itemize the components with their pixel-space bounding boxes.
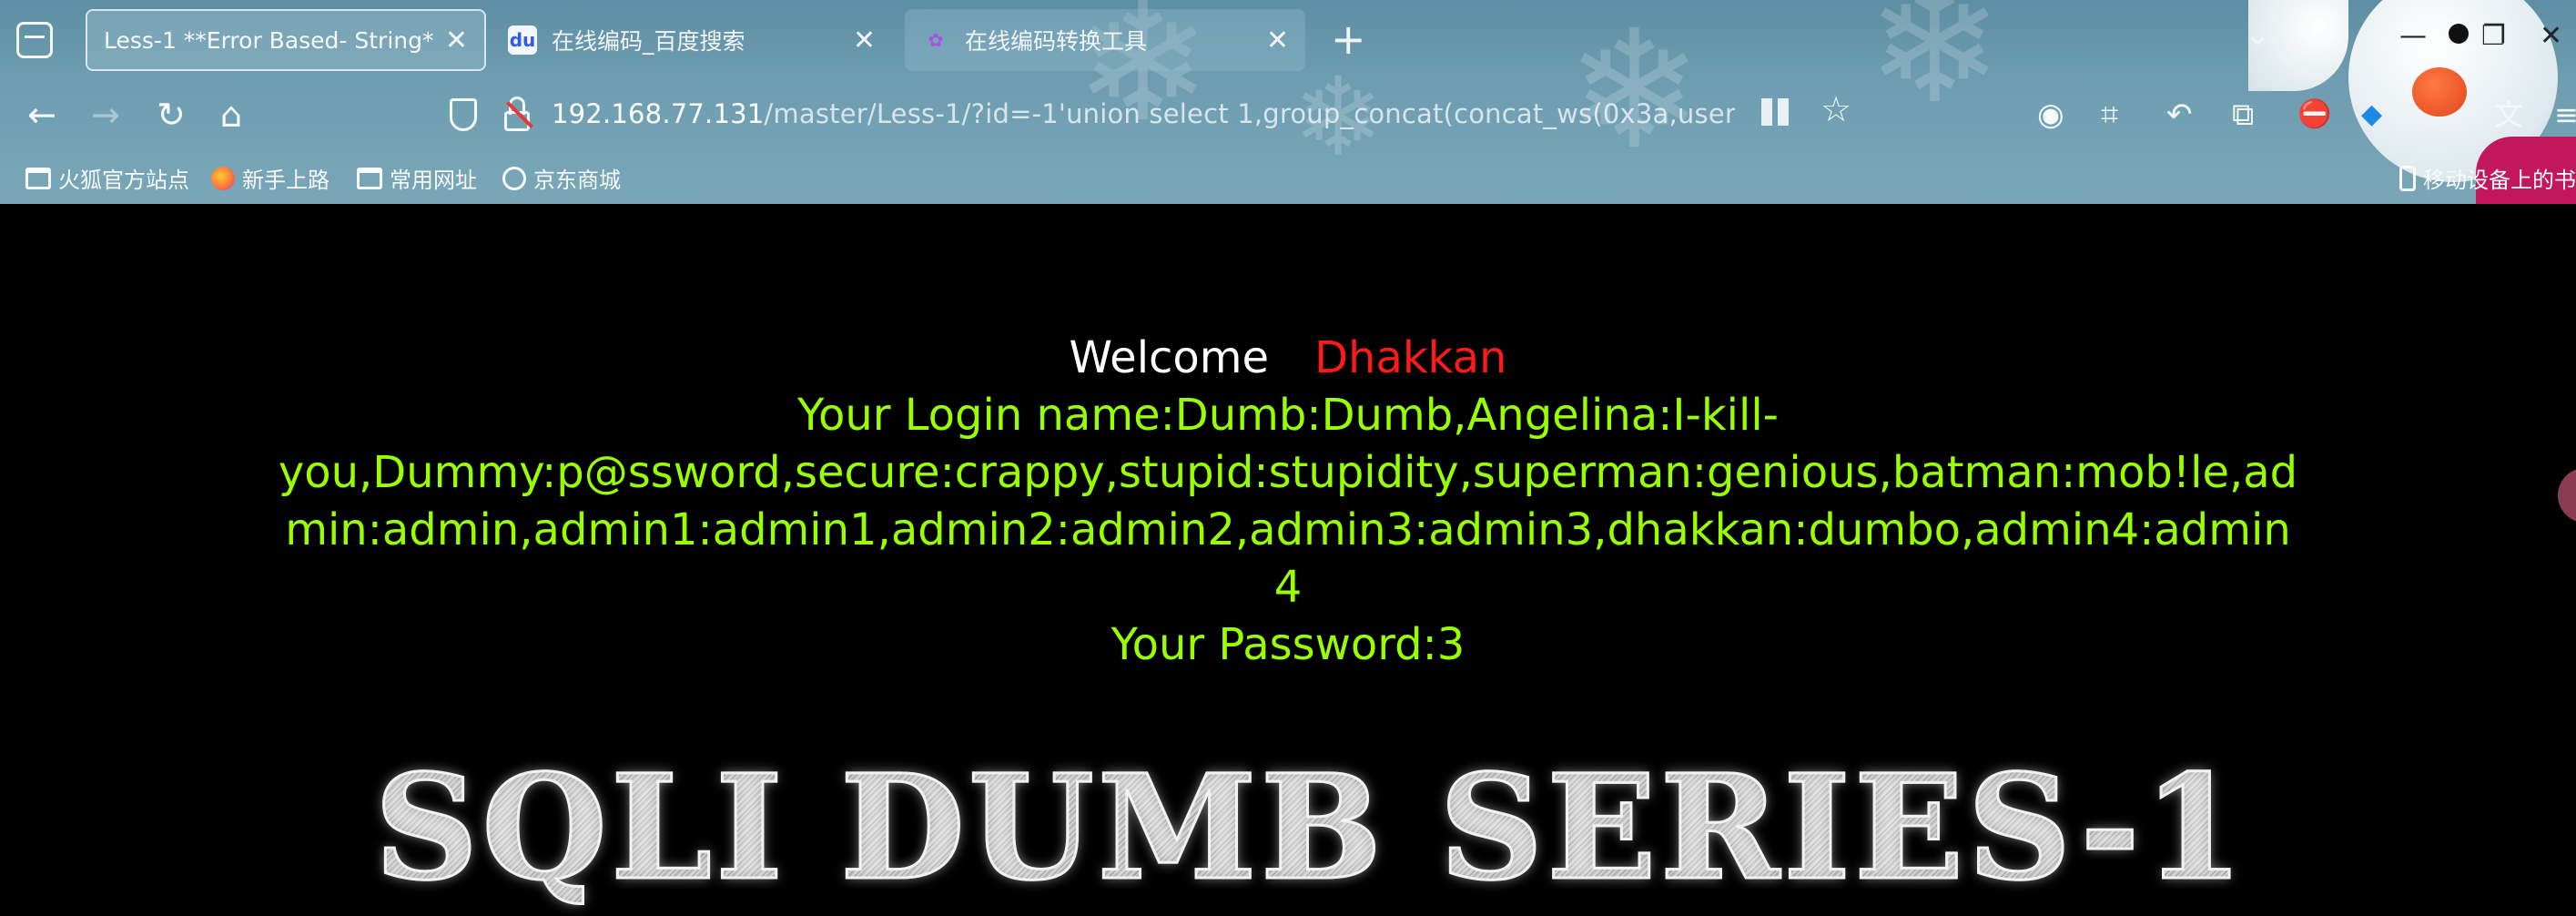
bookmark-jd-mall[interactable]: 京东商城: [502, 162, 621, 194]
tracking-shield-icon[interactable]: [450, 98, 477, 131]
reload-icon[interactable]: ↻: [157, 95, 186, 135]
browser-chrome: ❄ ❄ ❄ ❄ Less-1 **Error Based- String** ✕…: [0, 0, 2576, 204]
grape-icon: ✿: [928, 29, 944, 51]
list-all-tabs-chevron-icon[interactable]: ⌄: [2245, 16, 2271, 53]
bookmark-getting-started[interactable]: 新手上路: [211, 162, 330, 194]
undo-icon[interactable]: ↶: [2166, 95, 2193, 135]
restore-icon[interactable]: ❐: [2481, 20, 2506, 52]
login-name-result: Your Login name:Dumb:Dumb,Angelina:I-kil…: [278, 390, 2298, 613]
account-icon[interactable]: ◉: [2037, 95, 2064, 135]
tab-title: 在线编码_百度搜索: [552, 28, 745, 55]
bookmark-label: 京东商城: [533, 168, 621, 193]
welcome-username: Dhakkan: [1314, 332, 1507, 383]
page-viewport: Welcome Dhakkan Your Login name:Dumb:Dumb…: [0, 204, 2576, 916]
sqli-banner-image: SQLI DUMB SERIES-1: [373, 741, 2246, 914]
bookmark-star-icon[interactable]: ☆: [1820, 89, 1851, 129]
welcome-line: Welcome Dhakkan: [0, 330, 2576, 387]
tab-encoding-tool[interactable]: ✿ 在线编码转换工具 ✕: [905, 9, 1305, 71]
tab-less-1[interactable]: Less-1 **Error Based- String** ✕: [86, 9, 486, 71]
close-window-icon[interactable]: ✕: [2540, 20, 2562, 52]
new-tab-icon[interactable]: +: [1331, 16, 1366, 62]
baidu-icon: du: [508, 25, 537, 55]
tab-title: Less-1 **Error Based- String**: [104, 26, 434, 54]
result-panel: Welcome Dhakkan Your Login name:Dumb:Dumb…: [0, 330, 2576, 674]
bookmark-label: 火狐官方站点: [58, 168, 189, 193]
crop-icon[interactable]: ⌗: [2101, 95, 2118, 135]
tab-strip: Less-1 **Error Based- String** ✕ du 在线编码…: [0, 0, 2576, 80]
bookmark-common-sites[interactable]: 常用网址: [357, 162, 477, 194]
tab-title: 在线编码转换工具: [965, 28, 1148, 55]
back-arrow-icon[interactable]: ←: [27, 95, 56, 135]
qr-code-icon[interactable]: [1761, 98, 1789, 126]
extensions-icon[interactable]: ⧉: [2232, 95, 2254, 135]
firefox-icon: [211, 166, 235, 190]
close-tab-icon[interactable]: ✕: [1266, 25, 1289, 56]
home-icon[interactable]: ⌂: [220, 95, 242, 135]
tab-list-icon[interactable]: [16, 22, 53, 58]
address-bar[interactable]: 192.168.77.131/master/Less-1/?id=-1'unio…: [428, 87, 1857, 146]
menu-icon[interactable]: ≡: [2554, 95, 2576, 135]
url-host: 192.168.77.131: [552, 98, 765, 129]
translate-extension-icon[interactable]: ◆: [2361, 95, 2382, 135]
password-result: Your Password:3: [1111, 619, 1465, 670]
globe-icon: [502, 166, 526, 190]
insecure-lock-icon[interactable]: [504, 97, 533, 133]
adblock-extension-icon[interactable]: ⛔: [2297, 95, 2331, 135]
welcome-text: Welcome: [1069, 332, 1270, 383]
bookmark-firefox-official[interactable]: 火狐官方站点: [25, 162, 189, 194]
minimize-icon[interactable]: —: [2399, 20, 2427, 52]
bookmark-mobile[interactable]: 移动设备上的书: [2399, 162, 2576, 194]
mobile-device-icon: [2399, 165, 2416, 191]
close-tab-icon[interactable]: ✕: [853, 25, 876, 56]
forward-arrow-icon[interactable]: →: [91, 95, 120, 135]
url-text[interactable]: 192.168.77.131/master/Less-1/?id=-1'unio…: [552, 98, 1735, 129]
translate-icon[interactable]: 文: [2494, 95, 2523, 135]
banner-text: SQLI DUMB SERIES-1: [373, 742, 2247, 913]
url-path: /master/Less-1/?id=-1'union select 1,gro…: [764, 98, 1735, 129]
bookmarks-toolbar: 火狐官方站点 新手上路 常用网址 京东商城 移动设备上的书: [0, 153, 2576, 204]
bookmark-label: 移动设备上的书: [2423, 168, 2576, 193]
bookmark-label: 常用网址: [390, 168, 477, 193]
folder-icon: [357, 167, 382, 189]
tab-baidu-search[interactable]: du 在线编码_百度搜索 ✕: [492, 9, 892, 71]
navigation-toolbar: ← → ↻ ⌂ 192.168.77.131/master/Less-1/?id…: [0, 80, 2576, 153]
close-tab-icon[interactable]: ✕: [445, 25, 468, 56]
folder-icon: [25, 167, 51, 189]
bookmark-label: 新手上路: [242, 168, 330, 193]
